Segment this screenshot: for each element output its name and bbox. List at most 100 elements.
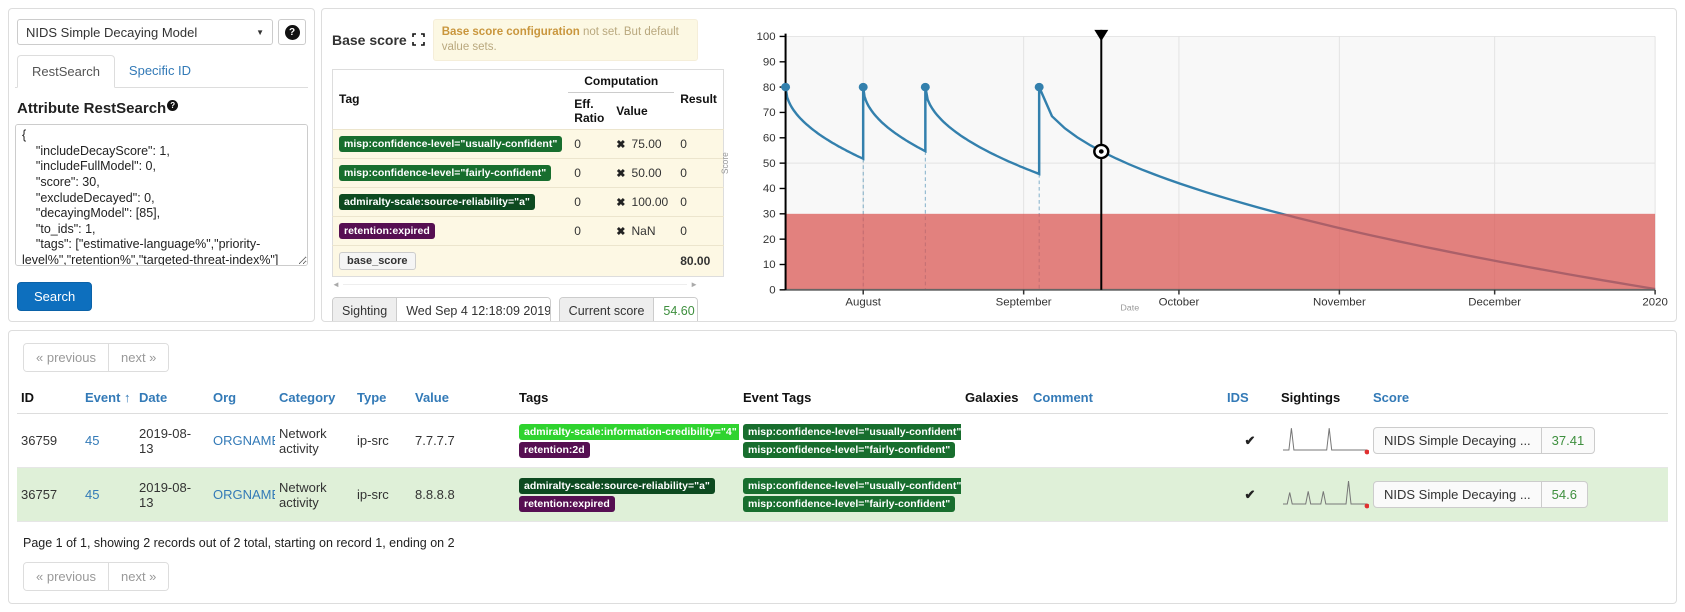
previous-page-button[interactable]: « previous <box>24 563 108 590</box>
score-panel: Base score Base score configuration not … <box>321 8 1677 322</box>
decaying-model-select[interactable]: NIDS Simple Decaying Model ▼ <box>17 19 273 45</box>
base-score-panel: Base score Base score configuration not … <box>328 15 702 315</box>
base-score-row: admiralty-scale:source-reliability="a"0✖… <box>333 187 724 216</box>
table-row: 36759452019-08-13ORGNAMENetwork activity… <box>17 414 1668 468</box>
cell-tags: admiralty-scale:source-reliability="a" re… <box>515 468 739 522</box>
next-page-button[interactable]: next » <box>108 344 168 371</box>
cell-event-link[interactable]: 45 <box>81 414 135 468</box>
cell-ids: ✔ <box>1223 414 1277 468</box>
scroll-right-icon[interactable]: ► <box>690 280 698 289</box>
cell-type: ip-src <box>353 468 411 522</box>
tab-restsearch[interactable]: RestSearch <box>17 55 115 88</box>
computation-value: 100.00 <box>632 195 669 209</box>
column-header-tags: Tags <box>515 382 739 414</box>
tab-specific-id[interactable]: Specific ID <box>115 55 205 87</box>
scrollbar-track[interactable] <box>343 284 687 285</box>
column-header-type[interactable]: Type <box>353 382 411 414</box>
y-tick-label: 100 <box>757 31 776 43</box>
y-axis-title: Score <box>720 152 730 174</box>
col-eff-ratio: Eff. Ratio <box>568 92 610 129</box>
base-score-total-row: base_score80.00 <box>333 245 724 276</box>
eff-ratio-value: 0 <box>568 187 610 216</box>
cell-category: Network activity <box>275 414 353 468</box>
base-score-row: retention:expired0✖NaN0 <box>333 216 724 245</box>
multiply-icon: ✖ <box>616 168 625 180</box>
base-score-table: Tag Computation Result Eff. Ratio Value … <box>332 69 724 277</box>
cell-sightings <box>1277 468 1369 522</box>
event-tag-chip[interactable]: misp:confidence-level="usually-confident… <box>743 424 961 440</box>
table-row: 36757452019-08-13ORGNAMENetwork activity… <box>17 468 1668 522</box>
column-header-value[interactable]: Value <box>411 382 515 414</box>
x-axis-title: Date <box>1120 303 1139 313</box>
tag-chip[interactable]: admiralty-scale:source-reliability="a" <box>519 478 715 494</box>
column-header-event[interactable]: Event ↑ <box>81 382 135 414</box>
cell-date: 2019-08-13 <box>135 414 209 468</box>
next-page-button[interactable]: next » <box>108 563 168 590</box>
column-header-org[interactable]: Org <box>209 382 275 414</box>
column-header-ids[interactable]: IDS <box>1223 382 1277 414</box>
y-tick-label: 20 <box>763 234 776 246</box>
tag-chip[interactable]: misp:confidence-level="fairly-confident" <box>339 165 551 181</box>
tag-chip[interactable]: retention:2d <box>519 442 590 458</box>
cell-org-link[interactable]: ORGNAME <box>209 468 275 522</box>
sighting-box: Sighting Wed Sep 4 12:18:09 2019 <box>332 297 551 322</box>
x-tick-label: 2020 <box>1642 297 1667 309</box>
sightings-sparkline <box>1281 421 1369 457</box>
x-tick-label: December <box>1468 297 1521 309</box>
column-header-score[interactable]: Score <box>1369 382 1668 414</box>
sighting-dot <box>1035 83 1044 91</box>
help-button[interactable]: ? <box>278 19 306 45</box>
y-tick-label: 10 <box>763 260 776 272</box>
page-title: Attribute RestSearch? <box>17 100 306 117</box>
score-value: 37.41 <box>1542 428 1595 453</box>
cell-org-link[interactable]: ORGNAME <box>209 414 275 468</box>
cell-galaxies <box>961 414 1029 468</box>
column-header-date[interactable]: Date <box>135 382 209 414</box>
eff-ratio-value: 0 <box>568 129 610 158</box>
sighting-dot <box>781 83 790 91</box>
previous-page-button[interactable]: « previous <box>24 344 108 371</box>
restsearch-body-textarea[interactable]: { "includeDecayScore": 1, "includeFullMo… <box>15 124 308 266</box>
cell-value: 8.8.8.8 <box>411 468 515 522</box>
cell-id: 36759 <box>17 414 81 468</box>
score-widget[interactable]: NIDS Simple Decaying ...54.6 <box>1373 481 1588 508</box>
y-tick-label: 60 <box>763 133 776 145</box>
base-score-badge: base_score <box>339 252 416 270</box>
event-tag-chip[interactable]: misp:confidence-level="fairly-confident" <box>743 496 955 512</box>
cell-comment <box>1029 468 1223 522</box>
column-header-category[interactable]: Category <box>275 382 353 414</box>
column-header-comment[interactable]: Comment <box>1029 382 1223 414</box>
score-model-label: NIDS Simple Decaying ... <box>1374 482 1542 507</box>
y-tick-label: 80 <box>763 82 776 94</box>
y-tick-label: 30 <box>763 209 776 221</box>
decay-chart-svg[interactable]: 0102030405060708090100AugustSeptemberOct… <box>702 15 1674 315</box>
sightings-sparkline <box>1281 475 1369 511</box>
event-tag-chip[interactable]: misp:confidence-level="usually-confident… <box>743 478 961 494</box>
search-button[interactable]: Search <box>17 282 92 311</box>
score-widget[interactable]: NIDS Simple Decaying ...37.41 <box>1373 427 1595 454</box>
expand-icon[interactable] <box>412 33 425 46</box>
event-tag-chip[interactable]: misp:confidence-level="fairly-confident" <box>743 442 955 458</box>
cell-event-tags: misp:confidence-level="usually-confident… <box>739 468 961 522</box>
cell-ids: ✔ <box>1223 468 1277 522</box>
tag-chip[interactable]: retention:expired <box>339 223 435 239</box>
cell-score: NIDS Simple Decaying ...54.6 <box>1369 468 1668 522</box>
current-score-label: Current score <box>560 298 655 322</box>
base-score-row: misp:confidence-level="usually-confident… <box>333 129 724 158</box>
cell-id: 36757 <box>17 468 81 522</box>
check-icon: ✔ <box>1245 433 1256 448</box>
horizontal-scrollbar[interactable]: ◄ ► <box>332 280 698 289</box>
decay-chart[interactable]: 0102030405060708090100AugustSeptemberOct… <box>702 15 1674 315</box>
pagination-bottom: « previous next » <box>23 562 169 591</box>
scroll-left-icon[interactable]: ◄ <box>332 280 340 289</box>
caret-down-icon: ▼ <box>256 28 264 37</box>
score-model-label: NIDS Simple Decaying ... <box>1374 428 1542 453</box>
tag-chip[interactable]: misp:confidence-level="usually-confident… <box>339 136 562 152</box>
cell-event-link[interactable]: 45 <box>81 468 135 522</box>
tag-chip[interactable]: admiralty-scale:information-credibility=… <box>519 424 739 440</box>
decaying-model-selected-value: NIDS Simple Decaying Model <box>26 25 197 40</box>
y-tick-label: 50 <box>763 158 776 170</box>
tag-chip[interactable]: admiralty-scale:source-reliability="a" <box>339 194 535 210</box>
tag-chip[interactable]: retention:expired <box>519 496 615 512</box>
sighting-value: Wed Sep 4 12:18:09 2019 <box>397 298 550 322</box>
